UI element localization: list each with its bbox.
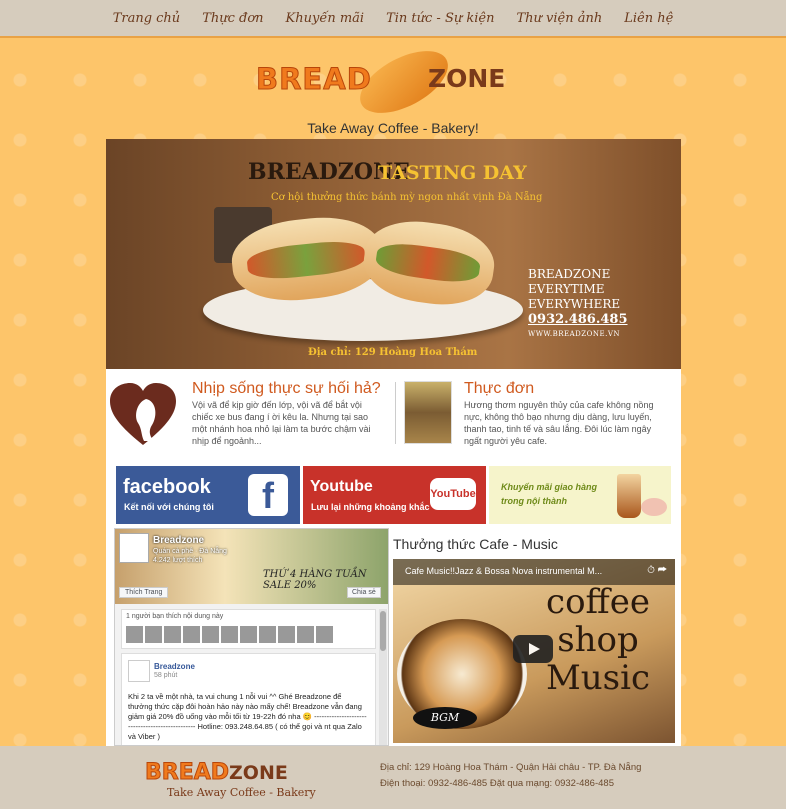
fb-page-name[interactable]: Breadzone [153,535,204,546]
site-logo[interactable]: BREAD ZONE [256,38,508,126]
menu-thumbnail[interactable] [404,381,452,444]
video-overlay-line: Music [545,658,651,698]
facebook-title: facebook [123,476,211,498]
hero-title-accent: TASTING DAY [378,162,527,184]
avatar[interactable] [316,626,333,643]
video-title[interactable]: Cafe Music!!Jazz & Bossa Nova instrument… [405,566,630,576]
fb-friend-avatars [126,626,333,643]
facebook-banner[interactable]: facebook Kết nối với chúng tôi f [116,466,300,524]
avatar[interactable] [297,626,314,643]
play-button-icon[interactable] [513,635,553,663]
footer-tagline: Take Away Coffee - Bakery [167,786,316,799]
intro-right-title[interactable]: Thực đơn [464,380,534,398]
footer-phone: Điện thoại: 0932-486-485 Đặt qua mạng: 0… [380,778,614,789]
video-actions: ⏱ ➦ [647,565,667,576]
fb-share-button[interactable]: Chia sẻ [347,587,381,598]
avatar[interactable] [240,626,257,643]
hero-side-line: EVERYTIME [528,282,605,296]
avatar[interactable] [126,626,143,643]
footer-logo-zone: ZONE [229,762,288,784]
fb-page-category: Quán cà phê · Đà Nẵng [153,548,227,555]
avatar[interactable] [202,626,219,643]
nav-item-promotions[interactable]: Khuyến mãi [275,11,376,26]
main-content: BREADZONE TASTING DAY Cơ hội thưởng thức… [106,139,681,746]
intro-right-text: Hương thơm nguyên thủy của cafe không nồ… [464,400,654,446]
footer: BREADZONE Take Away Coffee - Bakery Địa … [0,746,786,809]
fb-post-time[interactable]: 58 phút [154,672,177,679]
clock-icon[interactable]: ⏱ [647,565,655,576]
video-heading: Thưởng thức Cafe - Music [393,536,558,552]
bgm-badge: BGM [413,707,477,729]
fb-page-likes: 4.242 lượt thích [153,557,203,564]
hero-side-line: EVERYWHERE [528,297,621,311]
share-icon[interactable]: ➦ [658,565,667,576]
youtube-video-embed[interactable]: coffee shop Music Cafe Music!!Jazz & Bos… [393,559,675,743]
cake-icon [641,498,667,516]
facebook-subtitle: Kết nối với chúng tôi [124,502,214,512]
nav-item-menu[interactable]: Thực đơn [191,11,274,26]
nav-item-home[interactable]: Trang chủ [102,11,192,26]
youtube-subtitle: Lưu lại những khoảng khắc [311,502,430,512]
intro-left-text: Vội vã để kịp giờ đến lớp, vội vã để bắt… [192,400,371,446]
hero-side-text: BREADZONE EVERYTIME EVERYWHERE 0932.486.… [528,267,628,342]
hero-address: Địa chỉ: 129 Hoàng Hoa Thám [308,347,478,358]
scrollbar-thumb[interactable] [380,611,386,651]
drink-icon [617,474,641,518]
hero-side-line: BREADZONE [528,267,611,281]
site-tagline: Take Away Coffee - Bakery! [307,120,479,136]
nav-item-contact[interactable]: Liên hệ [613,11,684,26]
fb-post-body: Khi 2 ta về một nhà, ta vui chung 1 nỗi … [128,692,367,741]
youtube-banner[interactable]: Youtube Lưu lại những khoảng khắc YouTub… [303,466,486,524]
hero-subtitle: Cơ hội thưởng thức bánh mỳ ngon nhất vịn… [271,192,543,203]
avatar[interactable] [164,626,181,643]
logo-text-bread: BREAD [256,62,372,97]
intro-right: Thực đơn Hương thơm nguyên thủy của cafe… [404,380,664,451]
footer-logo-bread: BREAD [144,760,230,786]
fb-post-avatar[interactable] [128,660,150,682]
avatar[interactable] [259,626,276,643]
heart-face-icon [110,383,176,445]
avatar[interactable] [221,626,238,643]
video-overlay-line: coffee [546,582,650,622]
fb-post-author[interactable]: Breadzone [154,662,195,671]
footer-logo[interactable]: BREADZONE Take Away Coffee - Bakery [144,760,316,800]
facebook-page-widget: Breadzone Quán cà phê · Đà Nẵng 4.242 lư… [114,528,389,746]
fb-post: Breadzone 58 phút Khi 2 ta về một nhà, t… [121,653,376,745]
hero-phone: 0932.486.485 [528,312,628,327]
promo-banner[interactable]: Khuyến mãi giao hàng trong nội thành [489,466,671,524]
logo-text-zone: ZONE [428,64,506,93]
nav-item-news[interactable]: Tin tức - Sự kiện [375,11,505,26]
facebook-icon: f [248,474,288,516]
fb-friends-box: 1 người bạn thích nội dung này [121,609,376,649]
youtube-title: Youtube [310,478,373,495]
banner-row: facebook Kết nối với chúng tôi f Youtube… [116,466,671,524]
fb-widget-scrollbar[interactable] [379,609,387,745]
fb-page-avatar[interactable] [119,533,149,563]
footer-address: Địa chỉ: 129 Hoàng Hoa Thám - Quận Hải c… [380,762,642,773]
hero-website: WWW.BREADZONE.VN [528,330,621,338]
top-nav: Trang chủ Thực đơn Khuyến mãi Tin tức - … [0,0,786,38]
avatar[interactable] [183,626,200,643]
intro-left-title[interactable]: Nhịp sống thực sự hối hả? [192,380,381,398]
hero-banner[interactable]: BREADZONE TASTING DAY Cơ hội thưởng thức… [106,139,681,369]
fb-like-button[interactable]: Thích Trang [119,587,169,598]
divider [395,382,396,444]
avatar[interactable] [278,626,295,643]
nav-item-gallery[interactable]: Thư viện ảnh [505,11,613,26]
avatar[interactable] [145,626,162,643]
intro-left: Nhịp sống thực sự hối hả? Vội vã để kịp … [106,380,388,451]
footer-contact: Địa chỉ: 129 Hoàng Hoa Thám - Quận Hải c… [380,760,641,792]
youtube-icon: YouTube [430,478,476,510]
fb-friends-text: 1 người bạn thích nội dung này [126,613,224,620]
promo-text: Khuyến mãi giao hàng trong nội thành [501,482,598,506]
